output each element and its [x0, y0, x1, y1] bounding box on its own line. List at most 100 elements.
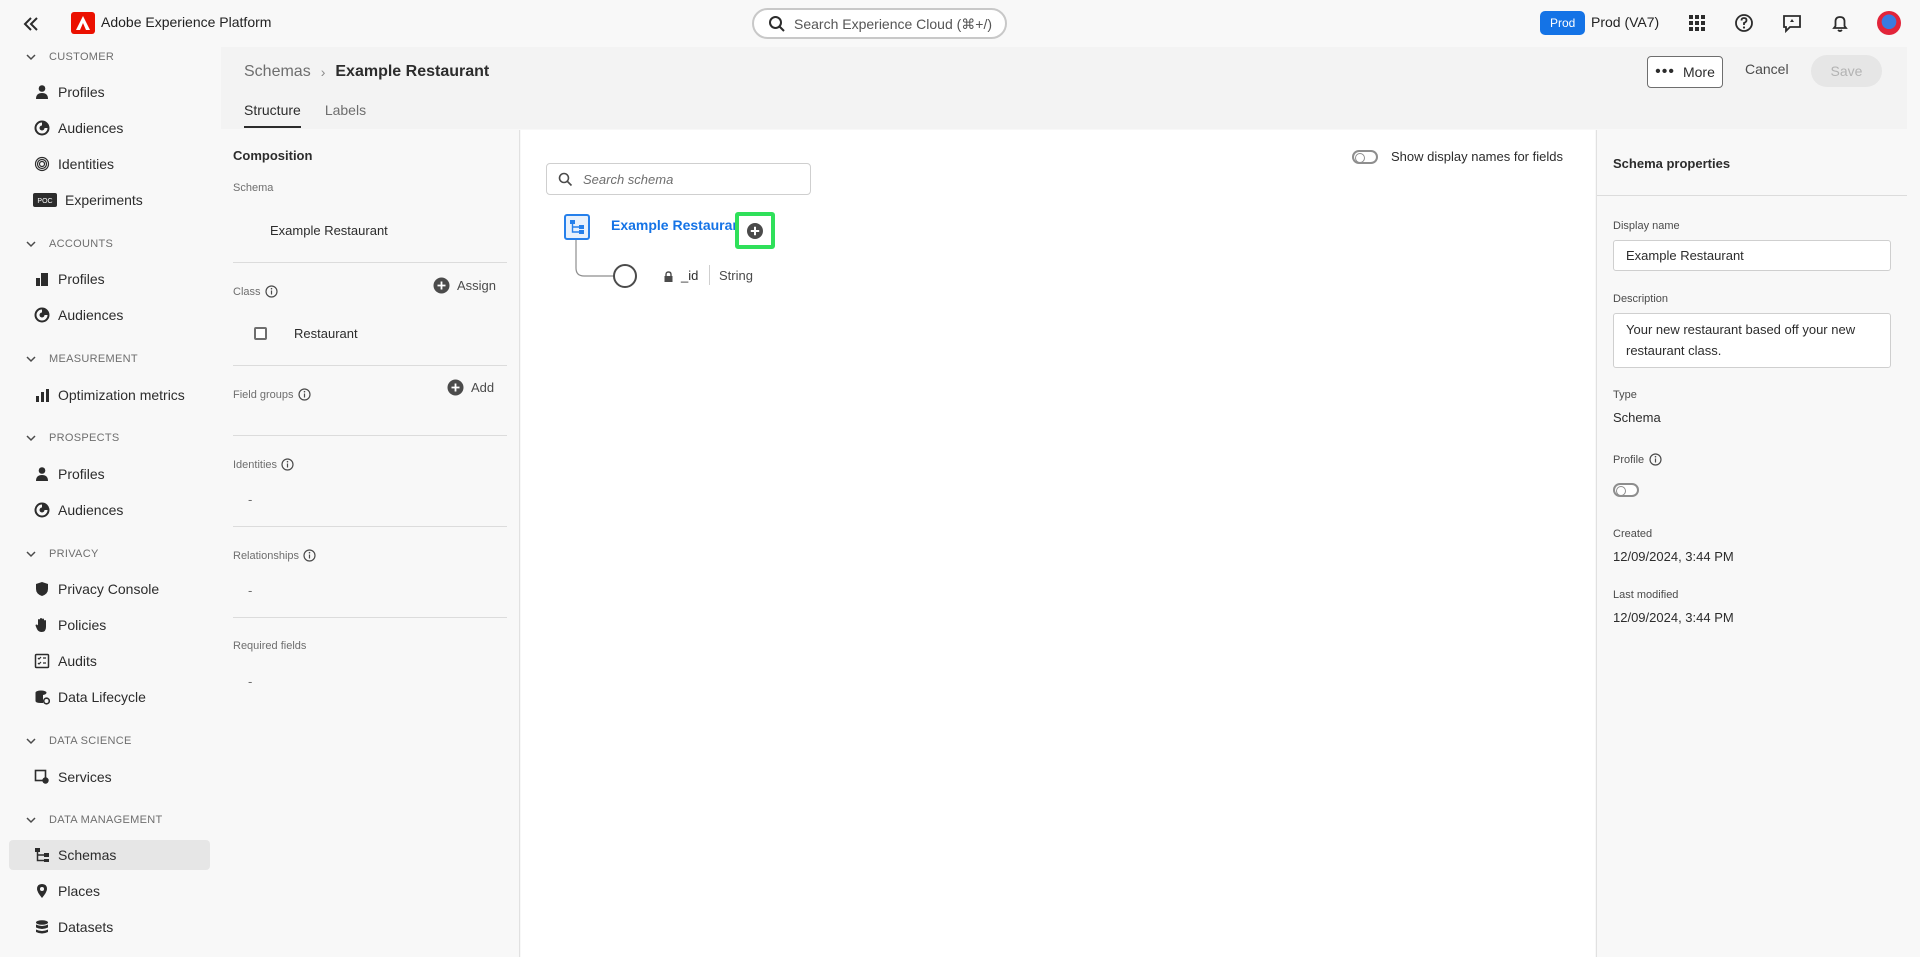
schema-search-input[interactable] — [583, 170, 803, 188]
nav-item-services[interactable]: Services — [9, 762, 210, 792]
env-label[interactable]: Prod (VA7) — [1591, 14, 1659, 30]
chevron-down-icon — [26, 435, 36, 442]
user-avatar[interactable] — [1877, 11, 1901, 35]
schema-name[interactable]: Example Restaurant — [270, 223, 388, 238]
schema-root-link[interactable]: Example Restaurant — [611, 217, 746, 233]
nav-item-label: Audiences — [58, 502, 124, 518]
nav-item-schemas[interactable]: Schemas — [9, 840, 210, 870]
breadcrumb-chevron-icon: › — [320, 64, 326, 80]
person-icon — [33, 466, 50, 483]
nav-section-label: DATA SCIENCE — [49, 735, 132, 747]
hand-icon — [33, 617, 50, 634]
info-icon[interactable] — [297, 388, 311, 401]
info-icon[interactable] — [281, 458, 294, 471]
identities-value: - — [248, 492, 253, 507]
adobe-logo-icon[interactable] — [71, 12, 95, 34]
cancel-button[interactable]: Cancel — [1745, 61, 1789, 77]
nav-item-data-lifecycle[interactable]: Data Lifecycle — [9, 682, 210, 712]
nav-item-prospects-audiences[interactable]: Audiences — [9, 495, 210, 525]
nav-item-places[interactable]: Places — [9, 876, 210, 906]
nav-section-data-management[interactable]: DATA MANAGEMENT — [26, 814, 163, 826]
tree-connector — [575, 240, 614, 277]
tab-structure[interactable]: Structure — [244, 102, 301, 128]
nav-section-privacy[interactable]: PRIVACY — [26, 548, 99, 560]
nav-item-customer-audiences[interactable]: Audiences — [9, 113, 210, 143]
collapse-nav-icon[interactable] — [20, 13, 42, 35]
field-name[interactable]: _id — [681, 268, 698, 283]
nav-item-label: Experiments — [65, 192, 143, 208]
apps-grid-icon[interactable] — [1686, 12, 1708, 34]
display-name-field[interactable] — [1613, 240, 1891, 271]
breadcrumb-schemas[interactable]: Schemas — [244, 63, 311, 81]
more-button-label: More — [1682, 64, 1715, 80]
nav-item-customer-profiles[interactable]: Profiles — [9, 77, 210, 107]
nav-item-label: Profiles — [58, 466, 105, 482]
tab-labels[interactable]: Labels — [325, 102, 366, 128]
info-icon[interactable] — [303, 549, 316, 562]
schema-search[interactable] — [546, 163, 811, 195]
env-badge[interactable]: Prod — [1540, 11, 1586, 35]
divider — [233, 617, 507, 618]
nav-item-label: Profiles — [58, 84, 105, 100]
nav-section-prospects[interactable]: PROSPECTS — [26, 432, 120, 444]
chevron-down-icon — [26, 738, 36, 745]
person-icon — [33, 84, 50, 101]
app-title[interactable]: Adobe Experience Platform — [101, 14, 271, 30]
class-name[interactable]: Restaurant — [294, 326, 358, 341]
properties-title: Schema properties — [1613, 156, 1731, 171]
poc-badge-icon: POC — [33, 192, 57, 209]
profile-label: Profile — [1613, 453, 1662, 466]
profile-toggle[interactable] — [1613, 483, 1639, 497]
nav-item-datasets[interactable]: Datasets — [9, 912, 210, 942]
feedback-icon[interactable] — [1781, 12, 1803, 34]
assign-class-button[interactable]: Assign — [433, 277, 496, 294]
relationships-label: Relationships — [233, 549, 316, 562]
global-search[interactable]: Search Experience Cloud (⌘+/) — [752, 8, 1007, 39]
nav-section-label: ACCOUNTS — [49, 238, 114, 250]
nav-section-data-science[interactable]: DATA SCIENCE — [26, 735, 132, 747]
nav-item-prospects-profiles[interactable]: Profiles — [9, 459, 210, 489]
nav-item-optimization-metrics[interactable]: Optimization metrics — [9, 380, 210, 410]
fingerprint-icon — [33, 156, 50, 173]
display-names-toggle[interactable] — [1352, 150, 1378, 164]
class-checkbox[interactable] — [254, 327, 267, 340]
nav-item-identities[interactable]: Identities — [9, 149, 210, 179]
created-value: 12/09/2024, 3:44 PM — [1613, 549, 1734, 564]
nav-item-label: Schemas — [58, 847, 117, 863]
left-nav: CUSTOMER Profiles Audiences Identities P… — [0, 47, 220, 957]
info-icon[interactable] — [264, 285, 278, 298]
global-search-placeholder: Search Experience Cloud (⌘+/) — [794, 16, 993, 32]
audiences-icon — [33, 120, 50, 137]
required-fields-value: - — [248, 674, 253, 689]
field-type: String — [719, 268, 753, 283]
description-field[interactable]: Your new restaurant based off your new r… — [1613, 313, 1891, 368]
add-field-group-button[interactable]: Add — [447, 379, 494, 396]
field-expand-node[interactable] — [613, 264, 637, 288]
notifications-bell-icon[interactable] — [1829, 12, 1851, 34]
chevron-down-icon — [26, 817, 36, 824]
add-circle-icon — [447, 379, 464, 396]
nav-section-customer[interactable]: CUSTOMER — [26, 51, 114, 63]
nav-item-audits[interactable]: Audits — [9, 646, 210, 676]
assign-label: Assign — [457, 278, 497, 293]
nav-item-experiments[interactable]: POC Experiments — [9, 185, 210, 215]
class-label: Class — [233, 285, 278, 298]
nav-item-label: Identities — [58, 156, 115, 172]
last-modified-label: Last modified — [1613, 589, 1679, 601]
more-button[interactable]: ••• More — [1647, 56, 1723, 88]
nav-item-label: Profiles — [58, 271, 105, 287]
help-icon[interactable] — [1733, 12, 1755, 34]
search-icon — [769, 16, 785, 32]
nav-item-accounts-audiences[interactable]: Audiences — [9, 300, 210, 330]
relationships-label-text: Relationships — [233, 549, 300, 562]
shield-icon — [33, 581, 50, 598]
identities-label-text: Identities — [233, 458, 278, 471]
nav-item-policies[interactable]: Policies — [9, 610, 210, 640]
nav-section-accounts[interactable]: ACCOUNTS — [26, 238, 113, 250]
nav-section-measurement[interactable]: MEASUREMENT — [26, 353, 138, 365]
nav-item-privacy-console[interactable]: Privacy Console — [9, 574, 210, 604]
info-icon[interactable] — [1649, 453, 1662, 466]
add-field-button[interactable] — [735, 212, 775, 249]
save-button[interactable]: Save — [1811, 55, 1882, 87]
nav-item-accounts-profiles[interactable]: Profiles — [9, 264, 210, 294]
